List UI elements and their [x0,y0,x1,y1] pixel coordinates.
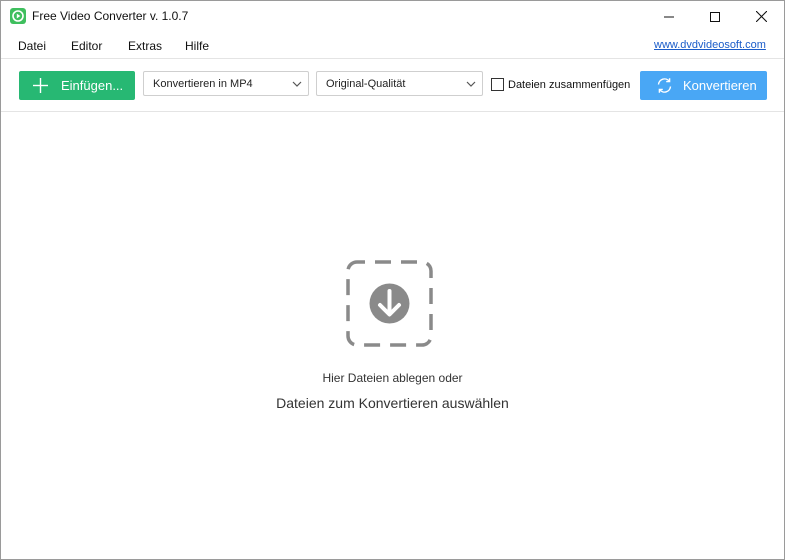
menu-hilfe[interactable]: Hilfe [185,39,209,53]
app-window: Free Video Converter v. 1.0.7 Datei Edit… [0,0,785,560]
drop-hint-text: Hier Dateien ablegen oder [322,371,463,385]
merge-files-checkbox[interactable] [491,78,504,91]
format-select[interactable]: Konvertieren in MP4 [143,71,309,96]
chevron-down-icon [292,81,302,87]
minimize-button[interactable] [646,1,692,32]
plus-icon [33,78,48,93]
quality-select[interactable]: Original-Qualität [316,71,483,96]
download-drop-icon [346,260,433,347]
select-files-link[interactable]: Dateien zum Konvertieren auswählen [1,395,784,411]
chevron-down-icon [466,81,476,87]
add-files-label: Einfügen... [61,78,124,93]
merge-files-label: Dateien zusammenfügen [508,79,631,91]
menu-extras[interactable]: Extras [128,39,162,53]
website-link[interactable]: www.dvdvideosoft.com [654,39,766,51]
menu-bar: Datei Editor Extras Hilfe www.dvdvideoso… [1,34,784,58]
toolbar: Einfügen... Konvertieren in MP4 Original… [1,59,784,111]
quality-value: Original-Qualität [326,78,406,90]
add-files-button[interactable]: Einfügen... [19,71,135,100]
convert-label: Konvertieren [683,78,757,93]
format-value: Konvertieren in MP4 [153,78,253,90]
maximize-button[interactable] [692,1,738,32]
app-logo-icon [10,8,26,24]
menu-datei[interactable]: Datei [18,39,46,53]
menu-editor[interactable]: Editor [71,39,102,53]
close-button[interactable] [738,1,784,32]
window-title: Free Video Converter v. 1.0.7 [32,9,189,23]
title-bar: Free Video Converter v. 1.0.7 [1,1,784,32]
drop-zone[interactable]: Hier Dateien ablegen oder Dateien zum Ko… [1,112,784,559]
minimize-icon [664,16,674,17]
refresh-icon [657,78,672,93]
convert-button[interactable]: Konvertieren [640,71,767,100]
maximize-icon [710,11,720,22]
close-icon [755,11,767,22]
